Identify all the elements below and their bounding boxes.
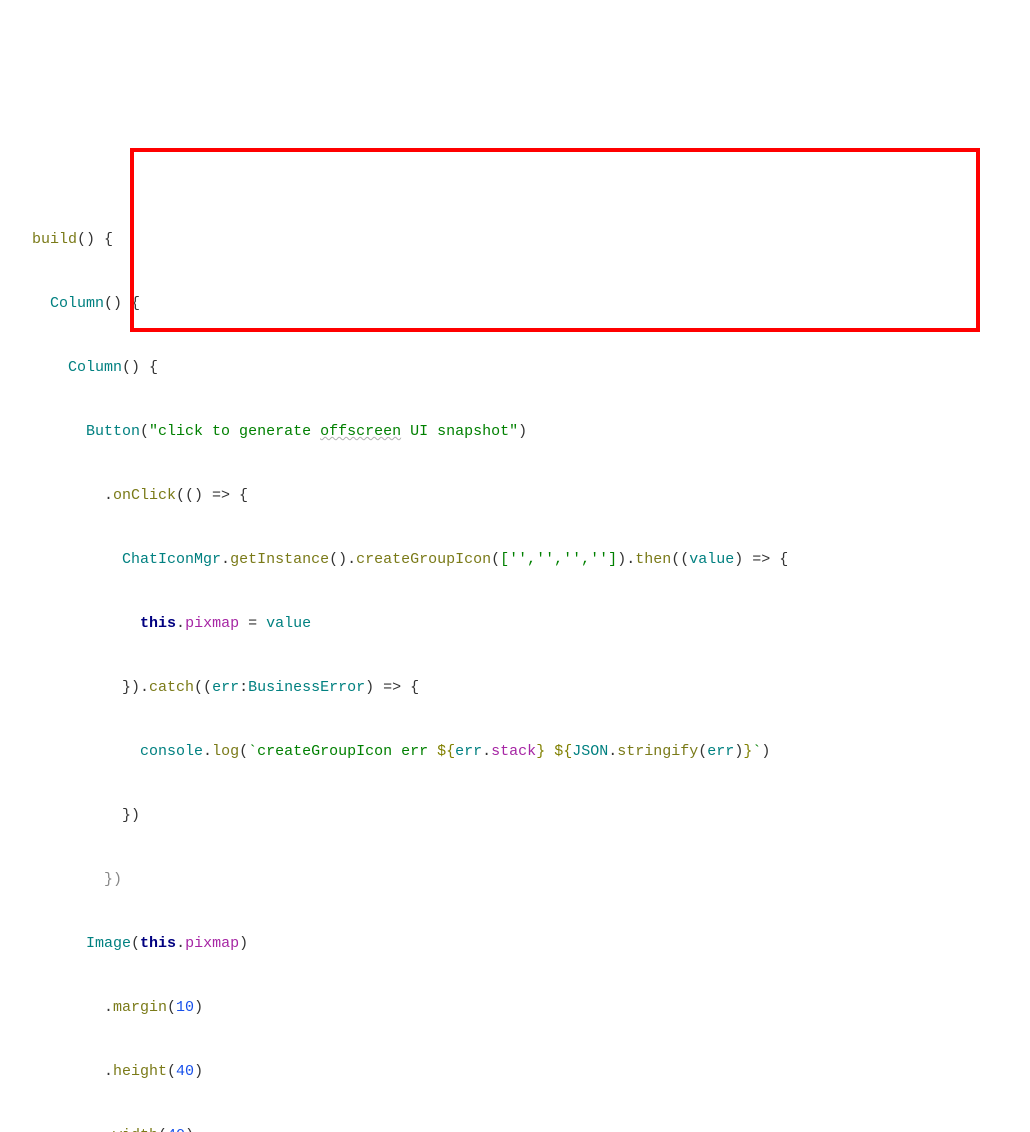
code-line: .margin(10) [32, 992, 1030, 1024]
code-editor[interactable]: build() { Column() { Column() { Button("… [0, 192, 1030, 1132]
code-line: build() { [32, 224, 1030, 256]
code-line: Image(this.pixmap) [32, 928, 1030, 960]
code-line: .height(40) [32, 1056, 1030, 1088]
code-line: Column() { [32, 288, 1030, 320]
code-line: ChatIconMgr.getInstance().createGroupIco… [32, 544, 1030, 576]
code-line: }) [32, 864, 1030, 896]
code-line: .onClick(() => { [32, 480, 1030, 512]
code-line: }).catch((err:BusinessError) => { [32, 672, 1030, 704]
code-line: this.pixmap = value [32, 608, 1030, 640]
code-line: .width(40) [32, 1120, 1030, 1132]
code-line: Column() { [32, 352, 1030, 384]
code-line: }) [32, 800, 1030, 832]
code-line: console.log(`createGroupIcon err ${err.s… [32, 736, 1030, 768]
code-line: Button("click to generate offscreen UI s… [32, 416, 1030, 448]
